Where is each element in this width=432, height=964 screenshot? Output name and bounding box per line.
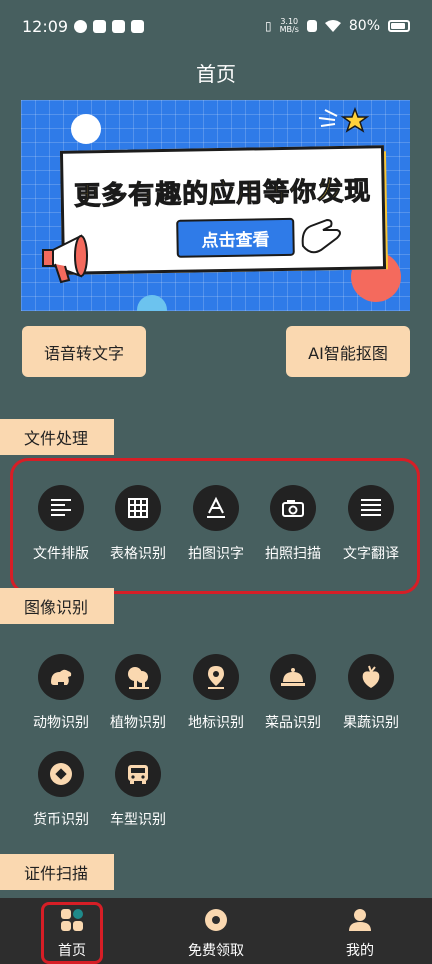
coin-icon xyxy=(38,751,84,797)
tool-photo-text[interactable]: 拍图识字 xyxy=(177,485,255,575)
gift-coin-icon xyxy=(205,909,227,931)
tool-document-layout[interactable]: 文件排版 xyxy=(22,485,100,575)
banner-headline: 更多有趣的应用等你发现 xyxy=(73,176,372,212)
section-title-image: 图像识别 xyxy=(0,588,114,624)
section-title-document: 文件处理 xyxy=(0,419,114,455)
user-icon xyxy=(349,909,371,931)
tool-label: 拍图识字 xyxy=(188,546,244,562)
section-title-id: 证件扫描 xyxy=(0,854,114,890)
dish-cloche-icon xyxy=(270,654,316,700)
tool-label: 文字翻译 xyxy=(343,546,399,562)
tool-label: 车型识别 xyxy=(110,812,166,828)
status-time: 12:09 xyxy=(22,16,69,36)
tool-label: 菜品识别 xyxy=(265,715,321,731)
car-icon xyxy=(115,751,161,797)
camera-icon xyxy=(270,485,316,531)
speech-to-text-button[interactable]: 语音转文字 xyxy=(22,326,146,377)
tool-label: 果蔬识别 xyxy=(343,715,399,731)
tool-text-translate[interactable]: 文字翻译 xyxy=(332,485,410,575)
highlight-annotation xyxy=(41,902,103,964)
tab-free[interactable]: 免费领取 xyxy=(176,898,256,964)
tool-fruit-recognition[interactable]: 果蔬识别 xyxy=(332,654,410,744)
tool-label: 植物识别 xyxy=(110,715,166,731)
vibrate-icon: ▯ xyxy=(265,19,272,33)
ai-cutout-button[interactable]: AI智能抠图 xyxy=(286,326,410,377)
tool-car-recognition[interactable]: 车型识别 xyxy=(99,751,177,841)
tool-label: 拍照扫描 xyxy=(265,546,321,562)
battery-icon xyxy=(388,20,410,32)
tab-mine[interactable]: 我的 xyxy=(330,898,390,964)
tool-label: 地标识别 xyxy=(188,715,244,731)
status-bar: 12:09 ▯ 3.10 MB/s 80% xyxy=(0,0,432,52)
align-lines-icon xyxy=(38,485,84,531)
wifi-icon xyxy=(324,19,341,32)
tool-table-recognition[interactable]: 表格识别 xyxy=(99,485,177,575)
tab-mine-label: 我的 xyxy=(346,943,374,959)
tool-label: 动物识别 xyxy=(33,715,89,731)
tab-free-label: 免费领取 xyxy=(188,943,244,959)
tool-currency-recognition[interactable]: 货币识别 xyxy=(22,751,100,841)
battery-percent: 80% xyxy=(348,18,380,34)
star-icon xyxy=(318,106,370,133)
video-app-icon xyxy=(93,19,107,33)
message-app-icon xyxy=(112,19,126,33)
tool-animal-recognition[interactable]: 动物识别 xyxy=(22,654,100,744)
translate-lines-icon xyxy=(348,485,394,531)
fruit-icon xyxy=(348,654,394,700)
animal-icon xyxy=(38,654,84,700)
table-icon xyxy=(115,485,161,531)
decor-circle xyxy=(71,114,101,144)
tool-label: 货币识别 xyxy=(33,812,89,828)
sim-icon xyxy=(306,20,317,32)
mail-app-icon xyxy=(131,19,145,33)
tool-label: 表格识别 xyxy=(110,546,166,562)
banner-view-button[interactable]: 点击查看 xyxy=(176,217,295,258)
tool-landmark-recognition[interactable]: 地标识别 xyxy=(177,654,255,744)
promo-banner[interactable]: 更多有趣的应用等你发现 点击查看 xyxy=(21,100,410,311)
page-title: 首页 xyxy=(196,62,236,86)
hand-icon xyxy=(301,218,341,254)
tree-icon xyxy=(115,654,161,700)
tool-plant-recognition[interactable]: 植物识别 xyxy=(99,654,177,744)
megaphone-icon xyxy=(42,234,88,284)
text-a-icon xyxy=(193,485,239,531)
check-icon xyxy=(74,19,88,33)
net-speed: 3.10 MB/s xyxy=(279,17,299,34)
tool-label: 文件排版 xyxy=(33,546,89,562)
tool-dish-recognition[interactable]: 菜品识别 xyxy=(254,654,332,744)
location-pin-icon xyxy=(193,654,239,700)
tool-photo-scan[interactable]: 拍照扫描 xyxy=(254,485,332,575)
